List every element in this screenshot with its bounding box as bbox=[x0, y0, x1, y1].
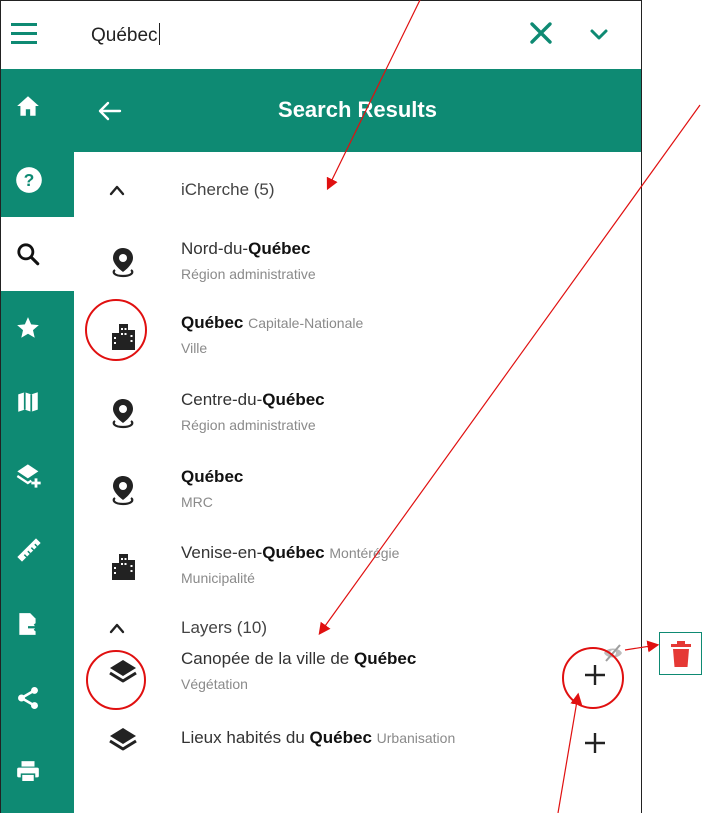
result-title-match: Québec bbox=[181, 467, 244, 486]
trash-icon bbox=[670, 640, 691, 667]
sidebar-item-favorites[interactable] bbox=[1, 291, 74, 365]
sidebar-item-help[interactable]: ? bbox=[1, 143, 74, 217]
chevron-down-icon[interactable] bbox=[584, 19, 614, 49]
delete-layer-button[interactable] bbox=[659, 632, 702, 675]
sidebar-item-home[interactable] bbox=[1, 69, 74, 143]
svg-text:?: ? bbox=[24, 170, 35, 190]
group-label: Layers (10) bbox=[181, 618, 267, 637]
sidebar-item-add-layer[interactable] bbox=[1, 439, 74, 513]
star-icon bbox=[17, 317, 39, 338]
group-label: iCherche (5) bbox=[181, 180, 275, 199]
result-type: Région administrative bbox=[181, 417, 316, 433]
result-title-prefix: Canopée de la ville de bbox=[181, 649, 354, 668]
result-type: Municipalité bbox=[181, 570, 255, 586]
sidebar-rail: ? bbox=[1, 69, 74, 813]
search-icon bbox=[17, 243, 40, 266]
result-title-match: Québec bbox=[181, 313, 244, 332]
page-title: Search Results bbox=[278, 97, 437, 122]
add-layer-button[interactable] bbox=[577, 725, 613, 761]
map-pin-icon bbox=[112, 399, 134, 429]
group-header-icherche[interactable]: iCherche (5) bbox=[74, 162, 641, 220]
eye-hidden-icon[interactable] bbox=[602, 642, 624, 664]
result-title-prefix: Nord-du- bbox=[181, 239, 249, 258]
results-list: iCherche (5) Nord-du-Québec Région admin… bbox=[74, 152, 641, 813]
chevron-up-icon bbox=[109, 623, 125, 634]
result-title-match: Québec bbox=[262, 543, 325, 562]
help-icon: ? bbox=[16, 167, 42, 193]
sidebar-item-share[interactable] bbox=[1, 661, 74, 735]
search-value: Québec bbox=[91, 25, 158, 46]
list-item[interactable]: Canopée de la ville de Québec Végétation bbox=[74, 639, 641, 709]
search-bar: Québec bbox=[1, 1, 641, 70]
sidebar-item-search[interactable] bbox=[1, 217, 74, 291]
result-title-match: Québec bbox=[309, 728, 372, 747]
result-title-match: Québec bbox=[353, 649, 417, 668]
app-panel: Québec ? Search Results iCherche (5) Nor… bbox=[0, 0, 642, 813]
list-item[interactable]: Venise-en-Québec Montérégie Municipalité bbox=[74, 533, 641, 603]
list-item[interactable]: Nord-du-Québec Région administrative bbox=[74, 229, 641, 299]
map-pin-icon bbox=[112, 248, 134, 278]
result-title-prefix: Lieux habités du bbox=[181, 728, 310, 747]
chevron-up-icon bbox=[109, 185, 125, 196]
result-title-prefix: Centre-du- bbox=[181, 390, 263, 409]
sidebar-item-print[interactable] bbox=[1, 735, 74, 809]
results-header: Search Results bbox=[74, 69, 641, 152]
result-type: Région administrative bbox=[181, 266, 316, 282]
close-icon[interactable] bbox=[523, 15, 559, 51]
export-file-icon bbox=[19, 613, 40, 635]
city-buildings-icon bbox=[112, 324, 135, 350]
result-title-match: Québec bbox=[248, 239, 311, 258]
print-icon bbox=[17, 761, 39, 783]
result-region: Montérégie bbox=[329, 545, 400, 561]
map-pin-icon bbox=[112, 476, 134, 506]
map-icon bbox=[18, 392, 38, 412]
menu-icon[interactable] bbox=[11, 23, 37, 45]
share-icon bbox=[18, 686, 38, 710]
layers-icon bbox=[109, 728, 137, 751]
list-item[interactable]: Québec Capitale-Nationale Ville bbox=[74, 303, 641, 373]
list-item[interactable]: Lieux habités du Québec Urbanisation bbox=[74, 707, 641, 777]
result-title-prefix: Venise-en- bbox=[181, 543, 263, 562]
result-type: MRC bbox=[181, 494, 213, 510]
result-region: Urbanisation bbox=[376, 730, 456, 746]
layers-icon bbox=[109, 660, 137, 683]
sidebar-item-measure[interactable] bbox=[1, 513, 74, 587]
result-title-match: Québec bbox=[262, 390, 325, 409]
city-buildings-icon bbox=[112, 554, 135, 580]
add-layer-icon bbox=[16, 464, 41, 488]
list-item[interactable]: Québec MRC bbox=[74, 457, 641, 527]
ruler-icon bbox=[17, 538, 41, 562]
sidebar-item-export[interactable] bbox=[1, 587, 74, 661]
search-input[interactable]: Québec bbox=[91, 23, 160, 47]
list-item[interactable]: Centre-du-Québec Région administrative bbox=[74, 380, 641, 450]
result-type: Ville bbox=[181, 340, 208, 356]
result-type: Végétation bbox=[181, 676, 248, 692]
home-icon bbox=[17, 96, 39, 116]
sidebar-item-map[interactable] bbox=[1, 365, 74, 439]
result-region: Capitale-Nationale bbox=[248, 315, 364, 331]
